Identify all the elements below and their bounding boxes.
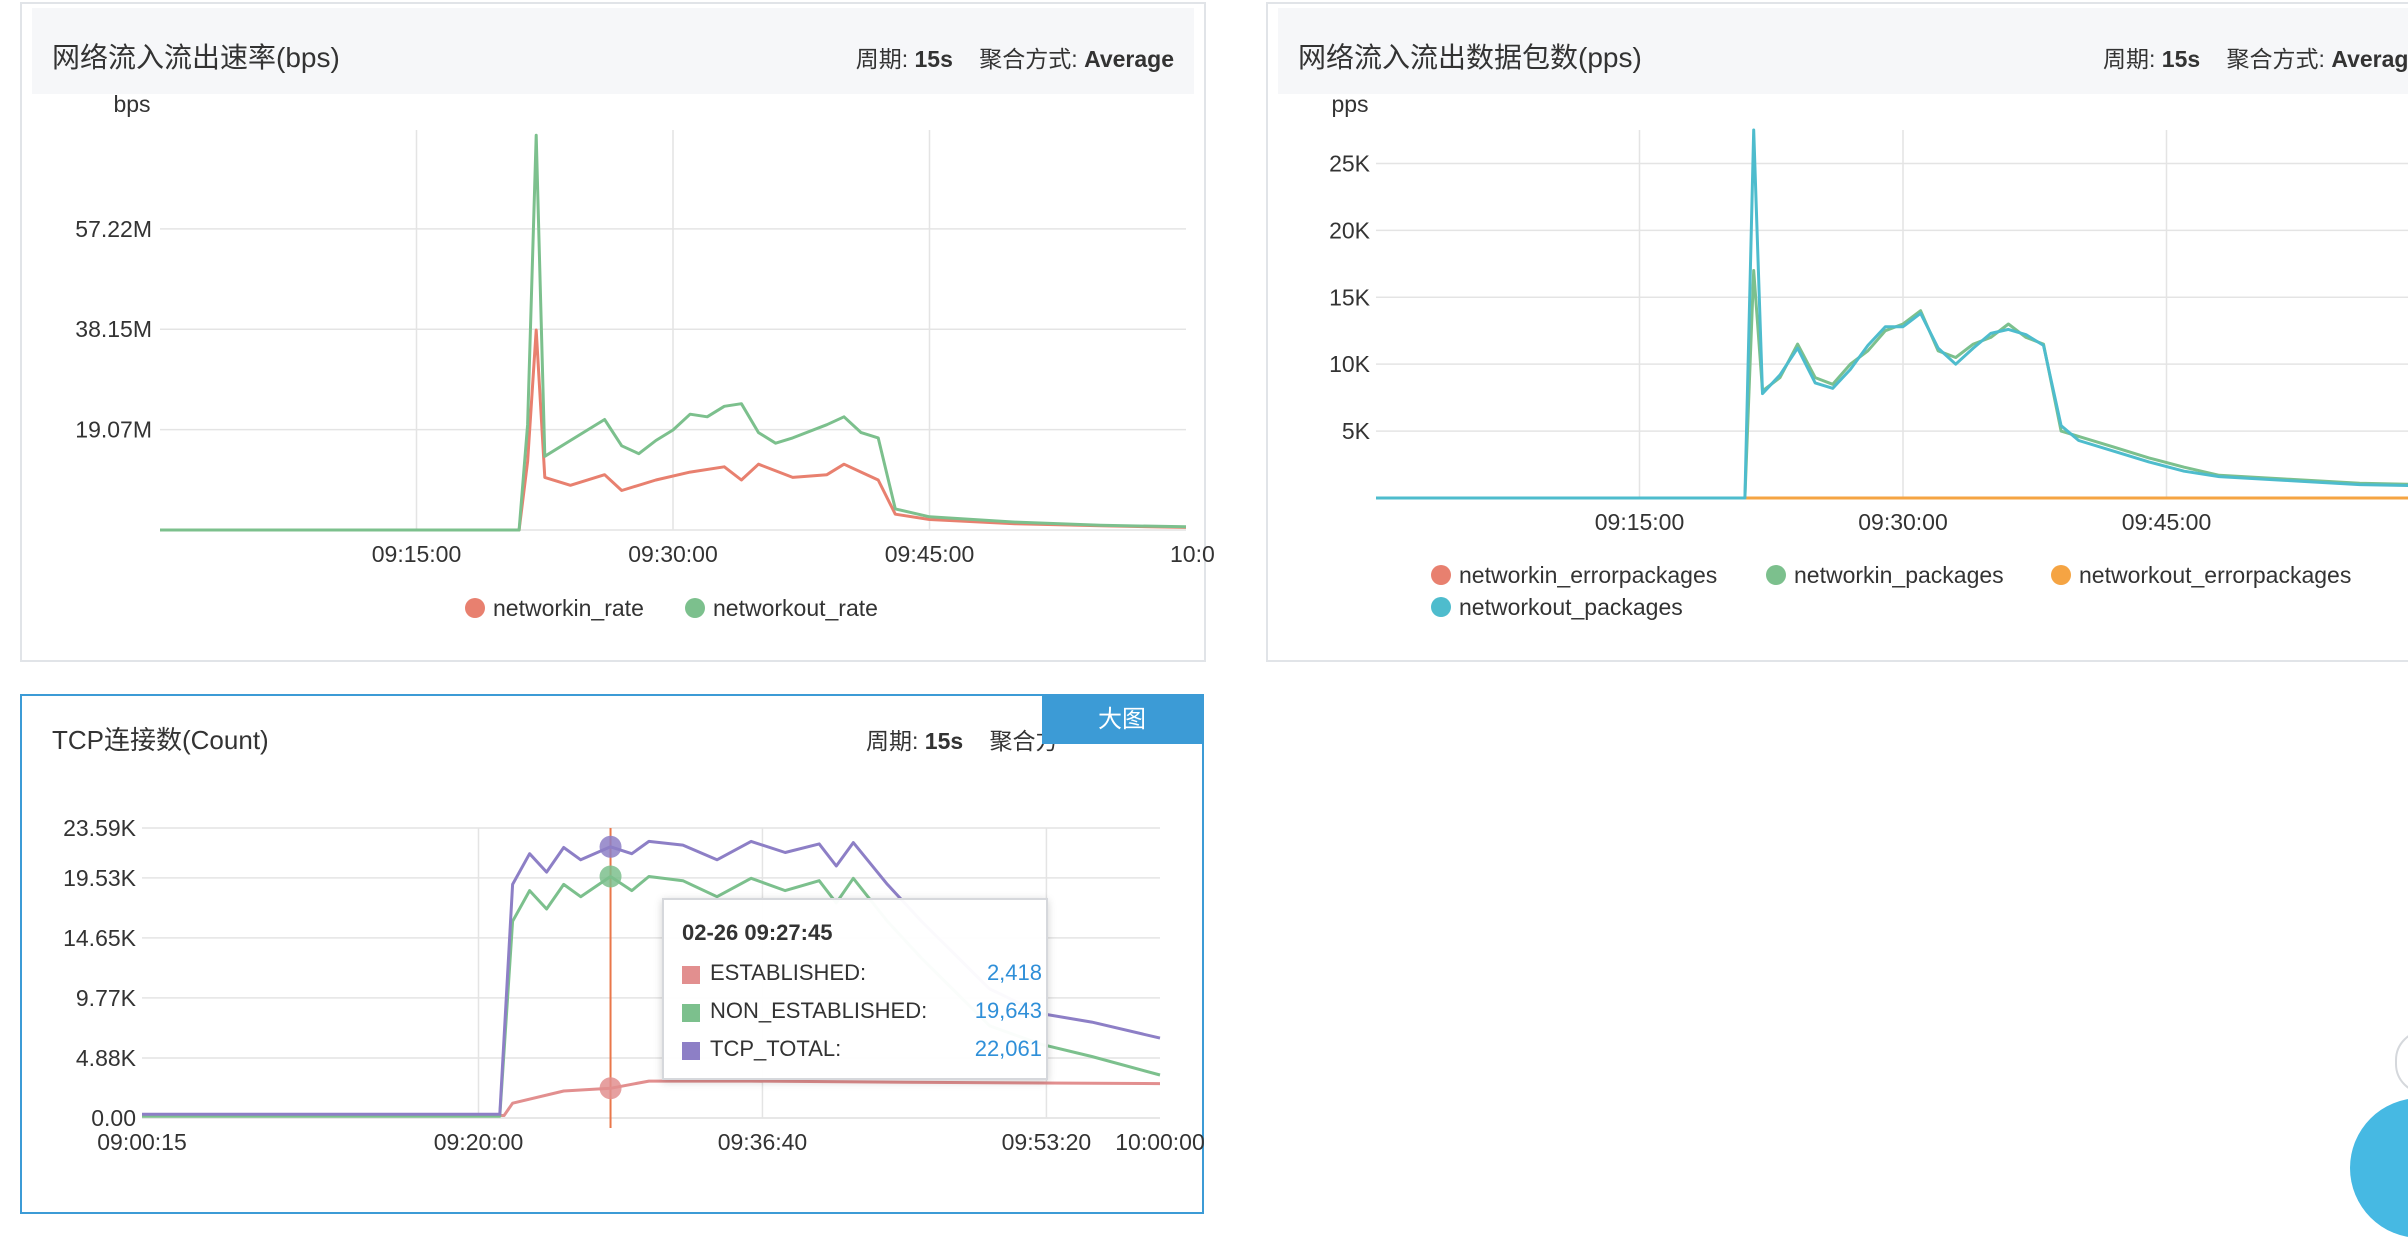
series-line-networkin_packages: [1376, 269, 2408, 500]
tooltip-row: NON_ESTABLISHED: 19,643: [682, 996, 1042, 1026]
tooltip-value: 22,061: [974, 1036, 1042, 1061]
x-tick-label: 10:00:00: [1115, 1129, 1205, 1155]
x-tick-label: 09:15:00: [1595, 509, 1685, 535]
tooltip-value: 2,418: [986, 960, 1042, 985]
y-tick-label: 20K: [1329, 217, 1371, 243]
y-tick-label: 9.77K: [76, 985, 137, 1011]
legend-label: networkout_errorpackages: [2079, 562, 2351, 588]
legend-marker: [1431, 597, 1451, 617]
hover-point-TCP_TOTAL: [599, 835, 622, 858]
charts-svg: 19.07M 38.15M 57.22M 09:15:00 09:30:00 09:45:…: [63, 91, 2408, 1155]
y-tick-label: 0.00: [91, 1105, 136, 1131]
tooltip-swatch: [682, 1004, 700, 1022]
x-tick-label: 09:36:40: [718, 1129, 808, 1155]
legend-label: networkin_packages: [1794, 562, 2004, 588]
x-tick-label: 09:53:20: [1002, 1129, 1092, 1155]
x-tick-label: 09:15:00: [372, 541, 462, 567]
x-tick-label: 09:45:00: [2122, 509, 2212, 535]
hover-point-ESTABLISHED: [599, 1077, 622, 1100]
legend-marker: [685, 598, 705, 618]
y-tick-label: 19.07M: [75, 417, 152, 443]
y-tick-label: 5K: [1342, 418, 1371, 444]
x-tick-label: 09:45:00: [885, 541, 975, 567]
tooltip-value: 19,643: [974, 998, 1042, 1023]
y-axis-label: pps: [1331, 91, 1368, 117]
series-line-ESTABLISHED: [142, 1079, 1161, 1117]
y-tick-label: 25K: [1329, 150, 1371, 176]
x-tick-label: 09:00:15: [97, 1129, 187, 1155]
hover-point-NON_ESTABLISHED: [599, 865, 622, 888]
x-tick-label: 10:0: [1170, 541, 1215, 567]
y-axis-label: bps: [113, 91, 150, 117]
legend-marker: [1431, 565, 1451, 585]
tooltip-label: ESTABLISHED:: [710, 960, 867, 985]
legend-label: networkout_rate: [713, 595, 878, 621]
tooltip-time: 02-26 09:27:45: [682, 920, 833, 945]
x-tick-label: 09:30:00: [1858, 509, 1948, 535]
legend-marker: [465, 598, 485, 618]
y-tick-label: 38.15M: [75, 316, 152, 342]
y-tick-label: 4.88K: [76, 1045, 137, 1071]
tooltip-row: ESTABLISHED: 2,418: [682, 958, 1042, 988]
legend-label: networkin_rate: [493, 595, 644, 621]
legend-label: networkin_errorpackages: [1459, 562, 1717, 588]
legend-marker: [2051, 565, 2071, 585]
chart-tooltip: 02-26 09:27:45 ESTABLISHED: 2,418 NON_ES…: [662, 898, 1048, 1080]
y-tick-label: 15K: [1329, 284, 1371, 310]
tooltip-label: NON_ESTABLISHED:: [710, 998, 928, 1023]
y-tick-label: 57.22M: [75, 216, 152, 242]
x-tick-label: 09:20:00: [434, 1129, 524, 1155]
tooltip-label: TCP_TOTAL:: [710, 1036, 842, 1061]
y-tick-label: 10K: [1329, 351, 1371, 377]
tooltip-row: TCP_TOTAL: 22,061: [682, 1034, 1042, 1064]
legend-label: networkout_packages: [1459, 594, 1683, 620]
y-tick-label: 14.65K: [63, 925, 137, 951]
tooltip-swatch: [682, 966, 700, 984]
x-tick-label: 09:30:00: [628, 541, 718, 567]
legend-marker: [1766, 565, 1786, 585]
tooltip-swatch: [682, 1042, 700, 1060]
series-line-networkout_packages: [1376, 128, 2408, 500]
y-tick-label: 23.59K: [63, 815, 137, 841]
y-tick-label: 19.53K: [63, 865, 137, 891]
